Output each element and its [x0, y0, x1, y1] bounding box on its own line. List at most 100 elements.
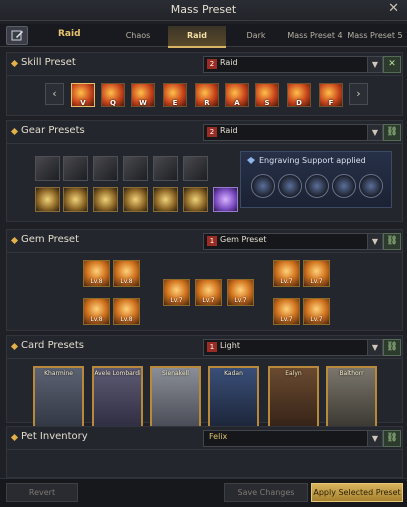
ability-stone-slot[interactable] — [213, 187, 238, 212]
gem-slot[interactable]: Lv.8 — [113, 260, 140, 287]
chevron-down-icon[interactable]: ▼ — [367, 234, 382, 249]
necklace-slot[interactable] — [35, 187, 60, 212]
weapon-slot[interactable] — [35, 156, 60, 181]
pet-inventory-header: Pet Inventory Felix ▼ ⛓ — [7, 427, 402, 450]
skill-preset-title: Skill Preset — [21, 57, 76, 68]
diamond-icon — [10, 236, 19, 245]
shoulder-slot[interactable] — [183, 156, 208, 181]
bracelet-slot[interactable] — [183, 187, 208, 212]
tab-mass-preset-4[interactable]: Mass Preset 4 — [286, 26, 344, 46]
chevron-left-icon[interactable]: ‹ — [45, 83, 64, 105]
link-icon[interactable]: ⛓ — [383, 233, 401, 250]
unlink-icon[interactable]: ✕ — [383, 56, 401, 73]
link-icon[interactable]: ⛓ — [383, 339, 401, 356]
tab-dark[interactable]: Dark — [230, 26, 282, 46]
engraving-support-label: Engraving Support applied — [259, 156, 366, 165]
skill-slot[interactable]: F — [319, 83, 343, 107]
gem-preset-header: Gem Preset 1 Gem Preset ▼ ⛓ — [7, 230, 402, 253]
pencil-icon — [11, 30, 23, 41]
active-preset-label: Raid — [58, 29, 81, 39]
mass-preset-window: Mass Preset ✕ Raid Chaos Raid Dark Mass … — [0, 0, 407, 507]
pet-inventory-dropdown[interactable]: Felix ▼ ⛓ — [203, 430, 401, 447]
earring-slot[interactable] — [63, 187, 88, 212]
skill-slot[interactable]: W — [131, 83, 155, 107]
pet-inventory-dropdown-value: Felix — [209, 432, 228, 441]
engraving-orb[interactable] — [251, 174, 275, 198]
card-presets-dropdown[interactable]: 1 Light ▼ ⛓ — [203, 339, 401, 356]
tab-mass-preset-5[interactable]: Mass Preset 5 — [346, 26, 404, 46]
gear-presets-title: Gear Presets — [21, 125, 85, 136]
pet-inventory-title: Pet Inventory — [21, 431, 88, 442]
chest-slot[interactable] — [93, 156, 118, 181]
preset-tabs: Raid Chaos Raid Dark Mass Preset 4 Mass … — [0, 24, 407, 48]
gem-preset-title: Gem Preset — [21, 234, 80, 245]
gem-slot[interactable]: Lv.8 — [83, 298, 110, 325]
skill-preset-dropdown-value: Raid — [220, 58, 238, 67]
engraving-icon — [246, 156, 256, 165]
engraving-orb[interactable] — [332, 174, 356, 198]
skill-preset-header: Skill Preset 2 Raid ▼ ✕ — [7, 53, 402, 76]
window-title: Mass Preset — [170, 3, 237, 16]
gem-slot[interactable]: Lv.7 — [163, 279, 190, 306]
title-bar: Mass Preset ✕ — [0, 0, 407, 21]
close-icon[interactable]: ✕ — [388, 2, 399, 16]
preset-number-badge: 1 — [207, 236, 217, 246]
skill-slot[interactable]: A — [225, 83, 249, 107]
diamond-icon — [10, 342, 19, 351]
chevron-down-icon[interactable]: ▼ — [367, 431, 382, 446]
card-presets-dropdown-value: Light — [220, 341, 240, 350]
earring-slot[interactable] — [93, 187, 118, 212]
helmet-slot[interactable] — [63, 156, 88, 181]
gem-slot[interactable]: Lv.7 — [303, 260, 330, 287]
preset-number-badge: 2 — [207, 127, 217, 137]
gloves-slot[interactable] — [153, 156, 178, 181]
skill-slot[interactable]: R — [195, 83, 219, 107]
edit-preset-button[interactable] — [6, 26, 28, 45]
ring-slot[interactable] — [123, 187, 148, 212]
card-presets-header: Card Presets 1 Light ▼ ⛓ — [7, 336, 402, 359]
engraving-orb[interactable] — [278, 174, 302, 198]
link-icon[interactable]: ⛓ — [383, 430, 401, 447]
skill-slot[interactable]: E — [163, 83, 187, 107]
engraving-orb[interactable] — [359, 174, 383, 198]
engraving-support-panel: Engraving Support applied — [240, 151, 392, 208]
chevron-down-icon[interactable]: ▼ — [367, 125, 382, 140]
link-icon[interactable]: ⛓ — [383, 124, 401, 141]
skill-slot[interactable]: S — [255, 83, 279, 107]
skill-preset-section: Skill Preset 2 Raid ▼ ✕ ‹ V Q W E R A S … — [6, 52, 403, 116]
diamond-icon — [10, 127, 19, 136]
skill-slot[interactable]: V — [71, 83, 95, 107]
gear-presets-dropdown-value: Raid — [220, 126, 238, 135]
ring-slot[interactable] — [153, 187, 178, 212]
revert-button[interactable]: Revert — [6, 483, 78, 502]
chevron-down-icon[interactable]: ▼ — [367, 340, 382, 355]
gem-preset-dropdown-value: Gem Preset — [220, 235, 267, 244]
gem-slot[interactable]: Lv.7 — [273, 298, 300, 325]
pet-inventory-section: Pet Inventory Felix ▼ ⛓ — [6, 426, 403, 478]
chevron-right-icon[interactable]: › — [349, 83, 368, 105]
skill-preset-dropdown[interactable]: 2 Raid ▼ ✕ — [203, 56, 401, 73]
chevron-down-icon[interactable]: ▼ — [367, 57, 382, 72]
card-presets-title: Card Presets — [21, 340, 84, 351]
diamond-icon — [10, 59, 19, 68]
gem-slot[interactable]: Lv.8 — [113, 298, 140, 325]
apply-selected-preset-button[interactable]: Apply Selected Preset — [311, 483, 403, 502]
tab-chaos[interactable]: Chaos — [112, 26, 164, 46]
gear-presets-header: Gear Presets 2 Raid ▼ ⛓ — [7, 121, 402, 144]
gem-preset-dropdown[interactable]: 1 Gem Preset ▼ ⛓ — [203, 233, 401, 250]
tab-raid[interactable]: Raid — [168, 26, 226, 48]
gem-slot[interactable]: Lv.7 — [273, 260, 300, 287]
gem-slot[interactable]: Lv.8 — [83, 260, 110, 287]
engraving-orb[interactable] — [305, 174, 329, 198]
gem-slot[interactable]: Lv.7 — [195, 279, 222, 306]
pants-slot[interactable] — [123, 156, 148, 181]
diamond-icon — [10, 433, 19, 442]
skill-slot[interactable]: D — [287, 83, 311, 107]
save-changes-button[interactable]: Save Changes — [224, 483, 308, 502]
skill-slot[interactable]: Q — [101, 83, 125, 107]
gem-preset-section: Gem Preset 1 Gem Preset ▼ ⛓ Lv.8 Lv.8 Lv… — [6, 229, 403, 331]
preset-number-badge: 2 — [207, 59, 217, 69]
gear-presets-dropdown[interactable]: 2 Raid ▼ ⛓ — [203, 124, 401, 141]
gem-slot[interactable]: Lv.7 — [303, 298, 330, 325]
gem-slot[interactable]: Lv.7 — [227, 279, 254, 306]
